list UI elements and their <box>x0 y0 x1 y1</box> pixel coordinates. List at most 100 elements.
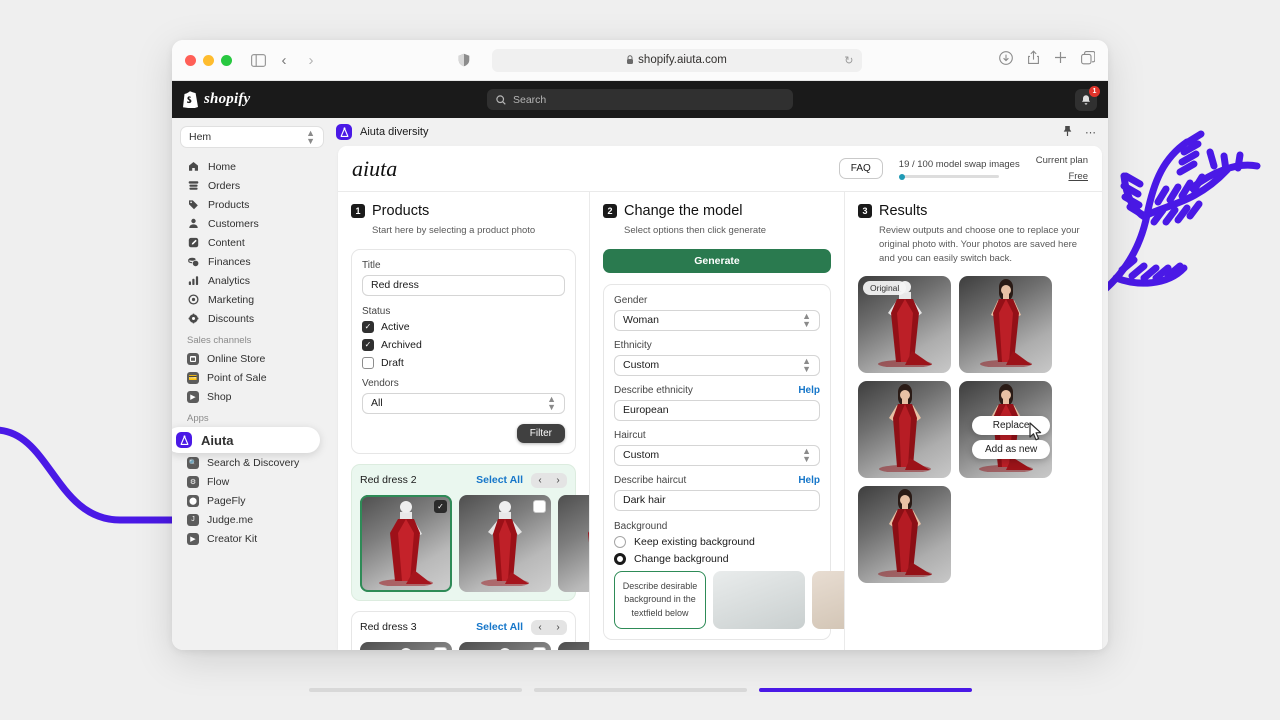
sidebar-item-flow[interactable]: ⚙ Flow <box>180 472 324 491</box>
result-thumbnail[interactable] <box>959 276 1052 374</box>
radio-change-background[interactable]: Change background <box>614 552 820 565</box>
help-link-haircut[interactable]: Help <box>798 475 820 486</box>
sidebar-item-aiuta[interactable]: Aiuta <box>172 427 320 453</box>
thumbnail-checkbox[interactable] <box>533 646 546 650</box>
help-link-ethnicity[interactable]: Help <box>798 385 820 396</box>
sidebar-item-products[interactable]: Products <box>180 195 324 214</box>
status-checkbox-draft[interactable]: Draft <box>362 356 565 369</box>
gender-value: Woman <box>623 314 659 327</box>
share-icon[interactable] <box>1027 50 1040 70</box>
address-bar[interactable]: shopify.aiuta.com ↻ <box>491 48 862 72</box>
sidebar-item-label: Search & Discovery <box>207 456 300 469</box>
carousel-prev-button[interactable]: ‹ <box>531 620 549 635</box>
shield-icon[interactable] <box>458 53 470 67</box>
app-body: Hem ▲ ▼ Home Orders Products Customers C… <box>172 118 1108 650</box>
sidebar-item-content[interactable]: Content <box>180 233 324 252</box>
select-all-link[interactable]: Select All <box>476 621 523 633</box>
sidebar-item-search-discovery[interactable]: 🔍 Search & Discovery <box>180 453 324 472</box>
vendors-label: Vendors <box>362 377 399 389</box>
result-thumbnail[interactable] <box>858 381 951 479</box>
radio-keep-background[interactable]: Keep existing background <box>614 535 820 548</box>
chevron-updown-icon: ▲ ▼ <box>547 394 556 413</box>
product-thumbnail[interactable] <box>459 641 551 650</box>
describe-ethnicity-input[interactable]: European <box>614 399 820 421</box>
product-thumbnail[interactable]: ✓ <box>360 494 452 592</box>
target-icon <box>187 294 200 305</box>
sidebar-item-shop[interactable]: ▶ Shop <box>180 387 324 406</box>
faq-button[interactable]: FAQ <box>838 158 883 179</box>
background-swatch-grey[interactable] <box>713 570 805 629</box>
sidebar-item-label: Flow <box>207 475 230 488</box>
results-title: Results <box>879 203 928 219</box>
maximize-window-button[interactable] <box>221 54 232 66</box>
pager-bar[interactable] <box>308 688 522 692</box>
carousel-next-button[interactable]: › <box>549 620 567 635</box>
sidebar-item-finances[interactable]: Finances <box>180 252 324 271</box>
status-checkbox-active[interactable]: ✓ Active <box>362 320 565 333</box>
add-as-new-menu-item[interactable]: Add as new <box>972 440 1051 460</box>
haircut-select[interactable]: Custom ▲ ▼ <box>614 444 820 466</box>
sidebar-item-point-of-sale[interactable]: 💳 Point of Sale <box>180 368 324 387</box>
product-thumbnail[interactable] <box>459 494 551 592</box>
sidebar-item-orders[interactable]: Orders <box>180 176 324 195</box>
pager-bar[interactable] <box>533 688 747 692</box>
select-all-link[interactable]: Select All <box>476 474 523 486</box>
result-thumbnail-original[interactable]: Original <box>858 276 951 374</box>
window-traffic-lights[interactable] <box>185 54 232 66</box>
ethnicity-select[interactable]: Custom ▲ ▼ <box>614 354 820 376</box>
describe-haircut-input[interactable]: Dark hair <box>614 489 820 511</box>
radio-icon <box>614 552 626 565</box>
reload-icon[interactable]: ↻ <box>844 54 853 67</box>
sidebar-item-discounts[interactable]: Discounts <box>180 309 324 328</box>
gender-select[interactable]: Woman ▲ ▼ <box>614 309 820 331</box>
notifications-button[interactable]: 1 <box>1075 85 1100 111</box>
products-filter-panel: Title Red dress Status ✓ Active ✓ Archiv… <box>351 248 576 454</box>
sidebar-item-creator-kit[interactable]: ▶ Creator Kit <box>180 529 324 548</box>
current-plan-value[interactable]: Free <box>1036 171 1088 182</box>
carousel-prev-button[interactable]: ‹ <box>531 473 549 488</box>
thumbnail-checkbox[interactable] <box>533 499 546 513</box>
more-dots-icon[interactable]: ⋯ <box>1085 126 1096 139</box>
global-search-placeholder: Search <box>513 93 547 106</box>
sidebar-section-sales-channels: Sales channels <box>187 335 252 346</box>
sidebar-item-judgeme[interactable]: J Judge.me <box>180 510 324 529</box>
back-button[interactable]: ‹ <box>275 52 293 69</box>
new-tab-icon[interactable] <box>1054 51 1067 69</box>
close-window-button[interactable] <box>185 54 196 66</box>
filter-button[interactable]: Filter <box>516 423 565 443</box>
thumbnail-checkbox[interactable] <box>434 646 447 650</box>
minimize-window-button[interactable] <box>203 54 214 66</box>
sidebar-nav: Home Orders Products Customers Content F… <box>172 157 324 548</box>
pin-icon[interactable] <box>1062 125 1073 140</box>
vendors-select[interactable]: All ▲ ▼ <box>362 392 565 414</box>
status-checkbox-archived[interactable]: ✓ Archived <box>362 338 565 351</box>
background-swatch-beige[interactable] <box>812 570 844 629</box>
shopify-logo[interactable]: shopify <box>183 91 250 108</box>
forward-button[interactable]: › <box>302 52 320 69</box>
sidebar-item-marketing[interactable]: Marketing <box>180 290 324 309</box>
product-thumbnail[interactable] <box>558 641 589 650</box>
product-thumbnail[interactable] <box>360 641 452 650</box>
sidebar-item-analytics[interactable]: Analytics <box>180 271 324 290</box>
product-thumbnail[interactable] <box>558 494 589 592</box>
sidebar-item-pagefly[interactable]: ⬤ PageFly <box>180 491 324 510</box>
quota-bar <box>898 173 999 180</box>
result-thumbnail[interactable] <box>858 486 951 584</box>
download-icon[interactable] <box>999 50 1013 70</box>
result-thumbnail-selected[interactable]: Replace Add as new <box>959 381 1052 479</box>
sidebar-item-online-store[interactable]: Online Store <box>180 349 324 368</box>
thumbnail-checkbox[interactable]: ✓ <box>434 499 447 513</box>
show-tabs-icon[interactable] <box>1081 50 1096 70</box>
carousel-next-button[interactable]: › <box>549 473 567 488</box>
sidebar-toggle-icon[interactable] <box>251 53 266 67</box>
store-selector[interactable]: Hem ▲ ▼ <box>180 126 324 148</box>
background-swatch-custom[interactable]: Describe desirable background in the tex… <box>614 570 706 629</box>
sidebar-item-customers[interactable]: Customers <box>180 214 324 233</box>
browser-chrome: ‹ › shopify.aiuta.com ↻ <box>172 40 1108 81</box>
product-group-red-dress-3: Red dress 3 Select All ‹ › <box>351 610 589 650</box>
sidebar-item-home[interactable]: Home <box>180 157 324 176</box>
pager-bar-active[interactable] <box>758 688 972 692</box>
global-search-input[interactable]: Search <box>487 89 793 110</box>
title-input[interactable]: Red dress <box>362 274 565 296</box>
generate-button[interactable]: Generate <box>603 248 831 273</box>
